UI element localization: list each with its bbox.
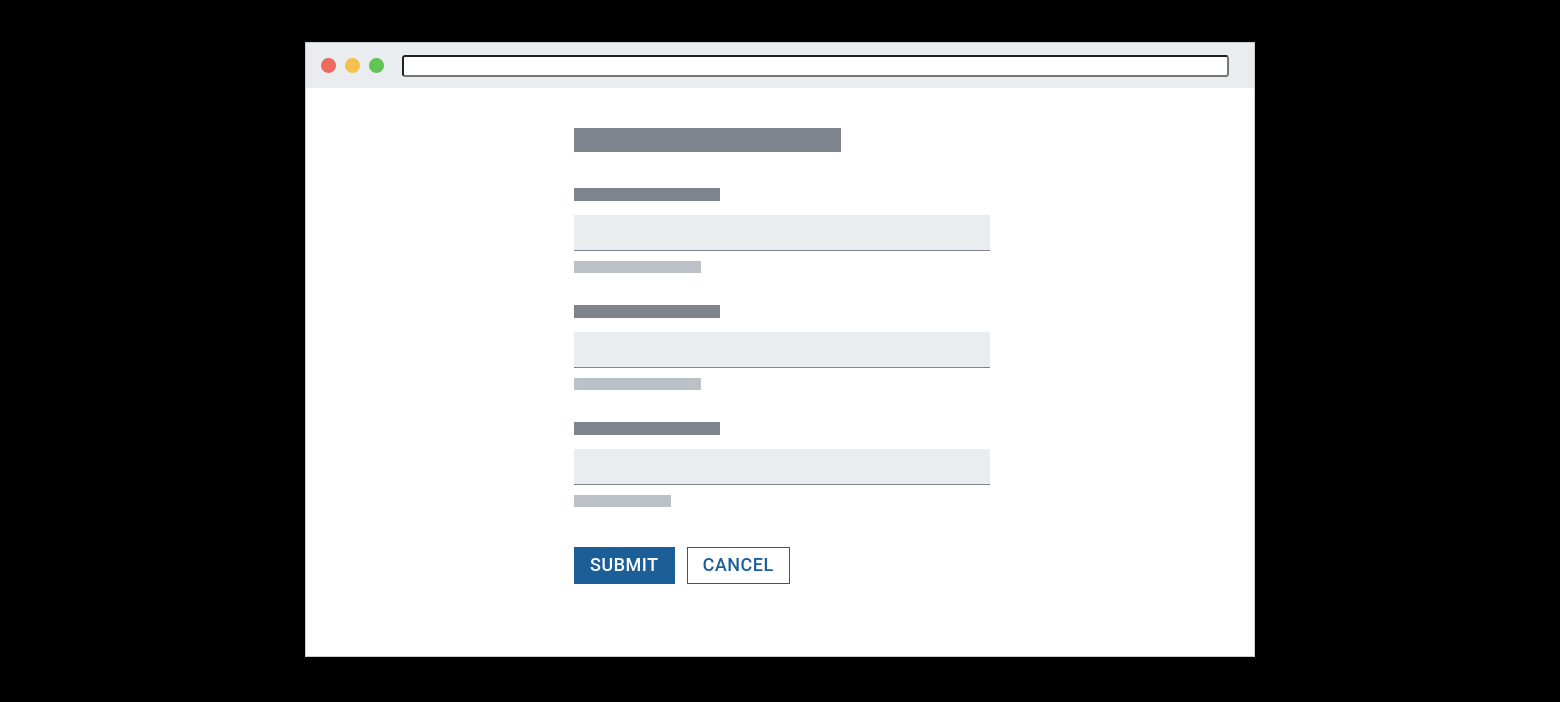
cancel-button[interactable]: CANCEL bbox=[687, 547, 790, 584]
text-input-2[interactable] bbox=[574, 332, 990, 368]
page-title bbox=[574, 128, 841, 152]
field-label-1 bbox=[574, 188, 720, 201]
maximize-window-icon[interactable] bbox=[369, 58, 384, 73]
form-field-2 bbox=[574, 305, 1254, 390]
browser-chrome bbox=[306, 43, 1254, 88]
minimize-window-icon[interactable] bbox=[345, 58, 360, 73]
address-bar[interactable] bbox=[402, 55, 1229, 77]
submit-button[interactable]: SUBMIT bbox=[574, 547, 675, 584]
field-help-1 bbox=[574, 261, 701, 273]
button-row: SUBMIT CANCEL bbox=[574, 547, 1254, 584]
form-field-3 bbox=[574, 422, 1254, 507]
page-content: SUBMIT CANCEL bbox=[306, 88, 1254, 656]
text-input-1[interactable] bbox=[574, 215, 990, 251]
browser-window: SUBMIT CANCEL bbox=[305, 42, 1255, 657]
form-field-1 bbox=[574, 188, 1254, 273]
field-help-3 bbox=[574, 495, 671, 507]
close-window-icon[interactable] bbox=[321, 58, 336, 73]
traffic-lights bbox=[321, 58, 384, 73]
field-label-2 bbox=[574, 305, 720, 318]
text-input-3[interactable] bbox=[574, 449, 990, 485]
field-label-3 bbox=[574, 422, 720, 435]
field-help-2 bbox=[574, 378, 701, 390]
